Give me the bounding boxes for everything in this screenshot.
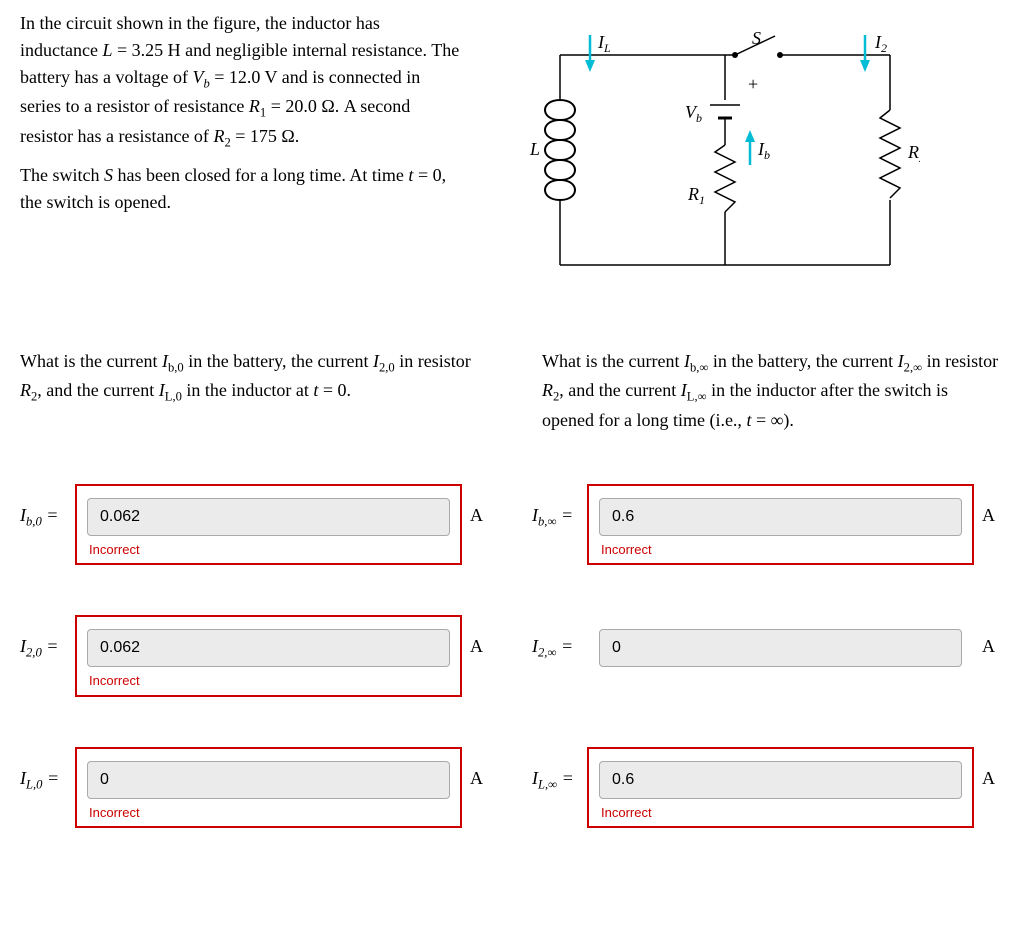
answer-unit: A (974, 615, 1004, 660)
feedback-text: Incorrect (87, 536, 450, 562)
label-I2: I2 (874, 32, 887, 55)
answer-box: Incorrect (75, 615, 462, 697)
answer-label: I2,∞ = (532, 615, 587, 662)
answer-box: Incorrect (75, 747, 462, 829)
answer-row: IL,∞ = Incorrect A (532, 747, 1004, 829)
feedback-text: Incorrect (87, 667, 450, 693)
answer-box: Incorrect (587, 484, 974, 566)
answer-box: Incorrect (75, 484, 462, 566)
feedback-text: Incorrect (599, 799, 962, 825)
arrow-Ib (745, 130, 755, 165)
label-R1: R1 (687, 184, 705, 207)
label-IL: IL (597, 32, 611, 55)
answer-row: Ib,∞ = Incorrect A (532, 484, 1004, 566)
answer-label: IL,∞ = (532, 747, 587, 794)
label-Ib: Ib (757, 139, 770, 162)
arrow-IL (585, 35, 595, 72)
answer-box (587, 615, 974, 697)
answer-row: IL,0 = Incorrect A (20, 747, 492, 829)
answer-box-wrap: Incorrect (587, 747, 974, 829)
circuit-diagram: L IL S + Vb (500, 10, 1004, 298)
answer-unit: A (462, 484, 492, 529)
answer-box-wrap (587, 615, 974, 697)
answer-label: Ib,0 = (20, 484, 75, 531)
answer-input[interactable] (87, 629, 450, 667)
problem-para-2: The switch S has been closed for a long … (20, 162, 460, 216)
answer-input[interactable] (87, 498, 450, 536)
battery-icon (710, 105, 740, 135)
answer-input[interactable] (599, 629, 962, 667)
answer-row: Ib,0 = Incorrect A (20, 484, 492, 566)
circuit-svg: L IL S + Vb (500, 30, 920, 290)
answer-box-wrap: Incorrect (75, 484, 462, 566)
label-L: L (529, 139, 540, 159)
answer-unit: A (462, 615, 492, 660)
label-Vb: Vb (685, 102, 702, 125)
question-right: What is the current Ib,∞ in the battery,… (542, 348, 1004, 434)
answer-label: IL,0 = (20, 747, 75, 794)
label-S: S (752, 30, 761, 48)
answer-row: I2,0 = Incorrect A (20, 615, 492, 697)
feedback-text: Incorrect (87, 799, 450, 825)
feedback-text: Incorrect (599, 536, 962, 562)
answer-unit: A (974, 747, 1004, 792)
inductor-icon (545, 100, 575, 200)
label-R2: R2 (907, 142, 920, 165)
answer-input[interactable] (599, 761, 962, 799)
answer-input[interactable] (599, 498, 962, 536)
answer-input[interactable] (87, 761, 450, 799)
answer-unit: A (974, 484, 1004, 529)
question-left: What is the current Ib,0 in the battery,… (20, 348, 482, 434)
answer-box-wrap: Incorrect (587, 484, 974, 566)
answer-box-wrap: Incorrect (75, 615, 462, 697)
answers-right-column: Ib,∞ =IncorrectAI2,∞ = AIL,∞ =IncorrectA (532, 484, 1004, 829)
answer-label: I2,0 = (20, 615, 75, 662)
resistor-R1-icon (715, 135, 735, 220)
arrow-I2 (860, 35, 870, 72)
feedback-text (599, 667, 962, 693)
resistor-R2-icon (880, 110, 900, 198)
answer-box-wrap: Incorrect (75, 747, 462, 829)
answer-row: I2,∞ = A (532, 615, 1004, 697)
answer-label: Ib,∞ = (532, 484, 587, 531)
problem-statement: In the circuit shown in the figure, the … (20, 10, 460, 298)
problem-para-1: In the circuit shown in the figure, the … (20, 10, 460, 152)
answers-left-column: Ib,0 = Incorrect A I2,0 = Incorrect A IL,0 = In… (20, 484, 492, 829)
label-plus: + (748, 74, 758, 94)
answer-box: Incorrect (587, 747, 974, 829)
answer-unit: A (462, 747, 492, 792)
